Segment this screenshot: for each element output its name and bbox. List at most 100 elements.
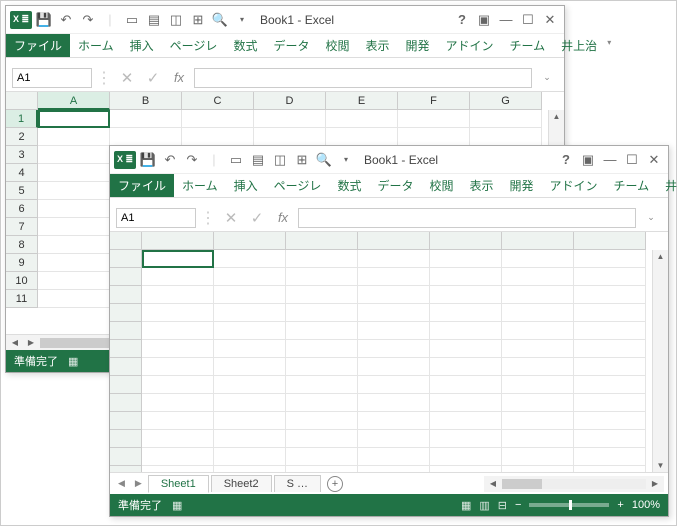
cell[interactable]: [286, 286, 358, 304]
cell[interactable]: [38, 200, 110, 218]
fx-icon[interactable]: fx: [272, 207, 294, 229]
cell[interactable]: [38, 182, 110, 200]
cell[interactable]: [430, 376, 502, 394]
cell[interactable]: [38, 290, 110, 308]
column-header[interactable]: [286, 232, 358, 250]
cell[interactable]: [110, 128, 182, 146]
cell[interactable]: [574, 268, 646, 286]
cell[interactable]: [182, 128, 254, 146]
cell[interactable]: [502, 250, 574, 268]
cell[interactable]: [214, 268, 286, 286]
cell[interactable]: [214, 340, 286, 358]
cell[interactable]: [286, 304, 358, 322]
new-sheet-icon[interactable]: +: [327, 476, 343, 492]
row-header[interactable]: 7: [6, 218, 38, 236]
cell[interactable]: [286, 448, 358, 466]
cell[interactable]: [142, 376, 214, 394]
cell[interactable]: [326, 110, 398, 128]
qat-icon-3[interactable]: ◫: [270, 150, 290, 170]
print-preview-icon[interactable]: 🔍: [314, 150, 334, 170]
cell[interactable]: [214, 322, 286, 340]
normal-view-icon[interactable]: ▦: [461, 499, 471, 512]
ribbon-options-icon[interactable]: ▣: [578, 150, 598, 170]
cell[interactable]: [430, 286, 502, 304]
cell[interactable]: [574, 250, 646, 268]
cell[interactable]: [502, 394, 574, 412]
column-header[interactable]: E: [326, 92, 398, 110]
qat-dropdown-icon[interactable]: ▾: [336, 150, 356, 170]
cell[interactable]: [38, 218, 110, 236]
redo-icon[interactable]: ↷: [78, 10, 98, 30]
cell[interactable]: [470, 128, 542, 146]
page-layout-view-icon[interactable]: ▥: [479, 499, 489, 512]
cell[interactable]: [38, 254, 110, 272]
cell[interactable]: [142, 394, 214, 412]
cell[interactable]: [430, 394, 502, 412]
cell[interactable]: [574, 340, 646, 358]
cell[interactable]: [254, 110, 326, 128]
redo-icon[interactable]: ↷: [182, 150, 202, 170]
row-header[interactable]: [110, 430, 142, 448]
help-icon[interactable]: ?: [452, 10, 472, 30]
qat-icon-4[interactable]: ⊞: [292, 150, 312, 170]
undo-icon[interactable]: ↶: [56, 10, 76, 30]
tab-view[interactable]: 表示: [461, 174, 501, 197]
cell[interactable]: [38, 164, 110, 182]
column-header[interactable]: F: [398, 92, 470, 110]
cell[interactable]: [286, 466, 358, 472]
cell[interactable]: [502, 286, 574, 304]
cell[interactable]: [358, 448, 430, 466]
cell[interactable]: [574, 394, 646, 412]
row-header[interactable]: [110, 466, 142, 472]
cell[interactable]: [358, 304, 430, 322]
enter-icon[interactable]: ✓: [142, 67, 164, 89]
tab-developer[interactable]: 開発: [398, 34, 438, 57]
row-header[interactable]: 4: [6, 164, 38, 182]
column-header[interactable]: [358, 232, 430, 250]
cell[interactable]: [502, 322, 574, 340]
cell[interactable]: [574, 448, 646, 466]
cell[interactable]: [214, 376, 286, 394]
cell[interactable]: [470, 110, 542, 128]
select-all-corner[interactable]: [110, 232, 142, 250]
zoom-out-icon[interactable]: −: [515, 499, 521, 511]
cell[interactable]: [286, 340, 358, 358]
cell[interactable]: [430, 430, 502, 448]
cell[interactable]: [38, 236, 110, 254]
cell[interactable]: [142, 430, 214, 448]
row-header[interactable]: [110, 250, 142, 268]
cell[interactable]: [142, 304, 214, 322]
cell[interactable]: [214, 286, 286, 304]
row-header[interactable]: 11: [6, 290, 38, 308]
maximize-icon[interactable]: ☐: [622, 150, 642, 170]
column-header[interactable]: G: [470, 92, 542, 110]
help-icon[interactable]: ?: [556, 150, 576, 170]
save-icon[interactable]: 💾: [138, 150, 158, 170]
cell[interactable]: [142, 358, 214, 376]
page-break-view-icon[interactable]: ⊟: [498, 499, 507, 512]
user-dropdown-icon[interactable]: ▾: [605, 34, 613, 57]
cell[interactable]: [286, 268, 358, 286]
qat-icon-1[interactable]: ▭: [226, 150, 246, 170]
tab-formulas[interactable]: 数式: [329, 174, 369, 197]
save-icon[interactable]: 💾: [34, 10, 54, 30]
cancel-icon[interactable]: ✕: [220, 207, 242, 229]
cell[interactable]: [430, 322, 502, 340]
cell[interactable]: [358, 394, 430, 412]
tab-team[interactable]: チーム: [502, 34, 554, 57]
row-header[interactable]: [110, 412, 142, 430]
row-header[interactable]: 2: [6, 128, 38, 146]
cell[interactable]: [398, 128, 470, 146]
cell[interactable]: [358, 286, 430, 304]
sheet-tab[interactable]: S …: [274, 475, 321, 492]
row-header[interactable]: [110, 376, 142, 394]
name-box[interactable]: [12, 68, 92, 88]
cell[interactable]: [430, 250, 502, 268]
macro-record-icon[interactable]: ▦: [172, 499, 182, 512]
cell[interactable]: [574, 286, 646, 304]
tab-review[interactable]: 校閲: [317, 34, 357, 57]
cell[interactable]: [502, 430, 574, 448]
cell[interactable]: [502, 466, 574, 472]
column-header[interactable]: C: [182, 92, 254, 110]
row-header[interactable]: [110, 448, 142, 466]
